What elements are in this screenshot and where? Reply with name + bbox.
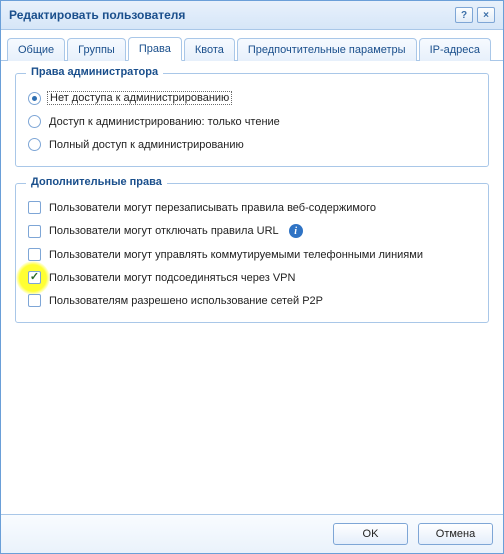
check-web-rules[interactable]: Пользователи могут перезаписывать правил… [26,196,478,219]
check-url-rules[interactable]: Пользователи могут отключать правила URL… [26,219,478,243]
check-label: Пользователям разрешено использование се… [47,295,325,307]
checkbox-icon [28,201,41,214]
admin-rights-group: Права администратора Нет доступа к админ… [15,73,489,167]
titlebar: Редактировать пользователя ? × [1,1,503,30]
dialog-footer: OK Отмена [1,514,503,553]
tab-groups[interactable]: Группы [67,38,126,61]
content-area: Права администратора Нет доступа к админ… [1,61,503,514]
radio-icon [28,115,41,128]
checkbox-icon [28,225,41,238]
info-icon[interactable]: i [289,224,303,238]
check-p2p[interactable]: Пользователям разрешено использование се… [26,289,478,312]
checkbox-icon [28,294,41,307]
ok-button[interactable]: OK [333,523,408,545]
radio-icon [28,92,41,105]
check-label: Пользователи могут перезаписывать правил… [47,202,378,214]
tab-preferences[interactable]: Предпочтительные параметры [237,38,417,61]
checkbox-icon [28,271,41,284]
close-icon[interactable]: × [477,7,495,23]
extra-rights-group: Дополнительные права Пользователи могут … [15,183,489,323]
radio-no-access[interactable]: Нет доступа к администрированию [26,86,478,110]
extra-rights-legend: Дополнительные права [26,176,167,188]
checkbox-icon [28,248,41,261]
tab-rights[interactable]: Права [128,37,182,61]
dialog-window: Редактировать пользователя ? × Общие Гру… [0,0,504,554]
radio-label: Доступ к администрированию: только чтени… [47,116,282,128]
radio-full-access[interactable]: Полный доступ к администрированию [26,133,478,156]
check-vpn[interactable]: Пользователи могут подсоединяться через … [26,266,478,289]
help-icon[interactable]: ? [455,7,473,23]
radio-label: Полный доступ к администрированию [47,139,246,151]
check-label: Пользователи могут управлять коммутируем… [47,249,425,261]
cancel-button[interactable]: Отмена [418,523,493,545]
check-dialup[interactable]: Пользователи могут управлять коммутируем… [26,243,478,266]
window-title: Редактировать пользователя [9,8,185,22]
check-label: Пользователи могут отключать правила URL [47,225,281,237]
radio-readonly-access[interactable]: Доступ к администрированию: только чтени… [26,110,478,133]
titlebar-controls: ? × [455,7,495,23]
radio-label: Нет доступа к администрированию [47,91,232,105]
radio-icon [28,138,41,151]
tab-bar: Общие Группы Права Квота Предпочтительны… [1,30,503,61]
check-label: Пользователи могут подсоединяться через … [47,272,297,284]
admin-rights-legend: Права администратора [26,66,163,78]
tab-ip-addresses[interactable]: IP-адреса [419,38,491,61]
tab-general[interactable]: Общие [7,38,65,61]
tab-quota[interactable]: Квота [184,38,235,61]
